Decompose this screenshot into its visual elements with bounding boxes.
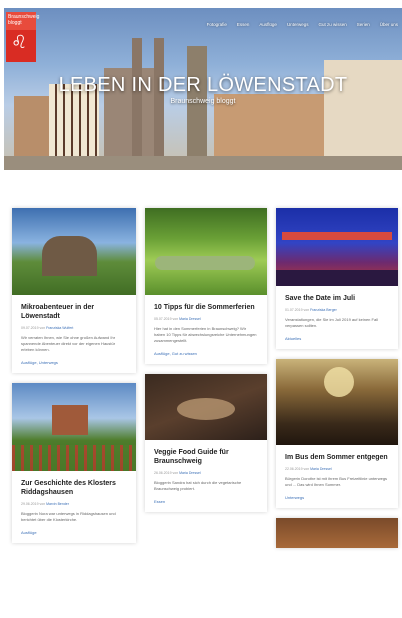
post-title[interactable]: Im Bus dem Sommer entgegen [285, 453, 389, 462]
post-excerpt: Bloggerin Nora war unterwegs in Riddagsh… [21, 511, 116, 522]
flowers-shape [12, 445, 136, 471]
monastery-shape [52, 405, 88, 435]
post-card[interactable]: Mikroabenteuer in der Löwenstadt 09.07.2… [12, 208, 136, 373]
post-category[interactable]: Ausflüge [21, 530, 127, 535]
post-title[interactable]: Zur Geschichte des Klosters Riddagshause… [21, 479, 127, 497]
post-date: 22.06.2019 [285, 467, 303, 471]
post-meta: 22.06.2019 von Maria Dressel [285, 467, 332, 471]
church-tower-right [154, 38, 164, 156]
post-card[interactable]: Im Bus dem Sommer entgegen 22.06.2019 vo… [276, 359, 398, 508]
post-excerpt: Hier hat in den Sommerferien in Braunsch… [154, 326, 257, 343]
post-image-monastery[interactable] [12, 383, 136, 471]
post-category[interactable]: Unterwegs [285, 495, 389, 500]
post-title[interactable]: Veggie Food Guide für Braunschweig [154, 448, 258, 466]
post-title[interactable]: 10 Tipps für die Sommerferien [154, 303, 258, 312]
nav-item-ausfluege[interactable]: Ausflüge [259, 22, 277, 27]
post-card[interactable]: 10 Tipps für die Sommerferien 05.07.2019… [145, 208, 267, 364]
post-meta: 01.07.2019 von Franziska Berger [285, 308, 337, 312]
nav-item-gut-zu-wissen[interactable]: Gut zu wissen [318, 22, 346, 27]
post-image-river[interactable] [145, 208, 267, 295]
site-logo[interactable]: Braunschweig bloggt ♌ [6, 12, 39, 62]
column-2: 10 Tipps für die Sommerferien 05.07.2019… [145, 208, 267, 522]
post-author[interactable]: Maria Dressel [179, 471, 201, 475]
post-author[interactable]: Franziska Wulfert [46, 326, 73, 330]
nav-item-fotografie[interactable]: Fotografie [207, 22, 227, 27]
post-date: 05.07.2019 [154, 317, 172, 321]
post-excerpt: Bloggerin Sandra hat sich durch die vege… [154, 480, 242, 491]
post-excerpt: Veranstaltungen, die Sie im Juli 2019 au… [285, 317, 378, 328]
post-date: 29.06.2019 [21, 502, 39, 506]
column-3: Save the Date im Juli 01.07.2019 von Fra… [276, 208, 398, 558]
plate-shape [177, 398, 235, 420]
nav-item-serien[interactable]: Serien [357, 22, 370, 27]
hero-title: LEBEN IN DER LÖWENSTADT [58, 74, 348, 96]
post-date: 09.07.2019 [21, 326, 39, 330]
main-nav: Fotografie Essen Ausflüge Unterwegs Gut … [207, 22, 398, 27]
post-author[interactable]: Franziska Berger [310, 308, 337, 312]
post-card[interactable]: Veggie Food Guide für Braunschweig 26.06… [145, 374, 267, 512]
post-title[interactable]: Save the Date im Juli [285, 294, 389, 303]
column-1: Mikroabenteuer in der Löwenstadt 09.07.2… [12, 208, 136, 553]
logo-text: Braunschweig bloggt [6, 12, 39, 30]
post-meta: 09.07.2019 von Franziska Wulfert [21, 326, 74, 330]
post-date: 26.06.2019 [154, 471, 172, 475]
post-meta: 26.06.2019 von Maria Dressel [154, 471, 201, 475]
river-shape [155, 256, 255, 270]
post-card[interactable]: Save the Date im Juli 01.07.2019 von Fra… [276, 208, 398, 349]
post-category[interactable]: Essen [154, 499, 258, 504]
sun-glow [324, 367, 354, 397]
post-card[interactable]: Zur Geschichte des Klosters Riddagshause… [12, 383, 136, 543]
post-image-crowd[interactable] [276, 359, 398, 445]
post-category[interactable]: Aktuelles [285, 336, 389, 341]
nav-item-unterwegs[interactable]: Unterwegs [287, 22, 309, 27]
post-author[interactable]: Marvin Bender [46, 502, 69, 506]
post-author[interactable]: Maria Dressel [179, 317, 201, 321]
post-excerpt: Wir verraten Ihnen, wie Sie ohne großen … [21, 335, 116, 352]
post-image-stage[interactable] [276, 208, 398, 286]
post-category[interactable]: Ausflüge, Unterwegs [21, 360, 127, 365]
nav-item-essen[interactable]: Essen [237, 22, 250, 27]
post-meta: 29.06.2019 von Marvin Bender [21, 502, 69, 506]
post-date: 01.07.2019 [285, 308, 303, 312]
hero-subtitle: Braunschweig bloggt [170, 98, 236, 105]
post-meta: 05.07.2019 von Maria Dressel [154, 317, 201, 321]
stage-lights [282, 232, 392, 240]
church-tower-left [132, 38, 142, 156]
nav-item-ueber-uns[interactable]: Über uns [380, 22, 398, 27]
stage-floor [276, 270, 398, 286]
post-category[interactable]: Ausflüge, Gut zu wissen [154, 351, 258, 356]
post-card[interactable] [276, 518, 398, 548]
post-image-food[interactable] [276, 518, 398, 548]
post-image-veggie[interactable] [145, 374, 267, 440]
ruin-shape [42, 236, 97, 276]
post-title[interactable]: Mikroabenteuer in der Löwenstadt [21, 303, 127, 321]
post-excerpt: Bürgerin Dorothe ist mit ihrem Bus Freiz… [285, 476, 388, 487]
square-ground [4, 156, 402, 170]
lion-icon: ♌ [11, 32, 28, 53]
post-image-castle-ruin[interactable] [12, 208, 136, 295]
hero-banner: Fotografie Essen Ausflüge Unterwegs Gut … [4, 8, 402, 170]
post-author[interactable]: Maria Dressel [310, 467, 332, 471]
